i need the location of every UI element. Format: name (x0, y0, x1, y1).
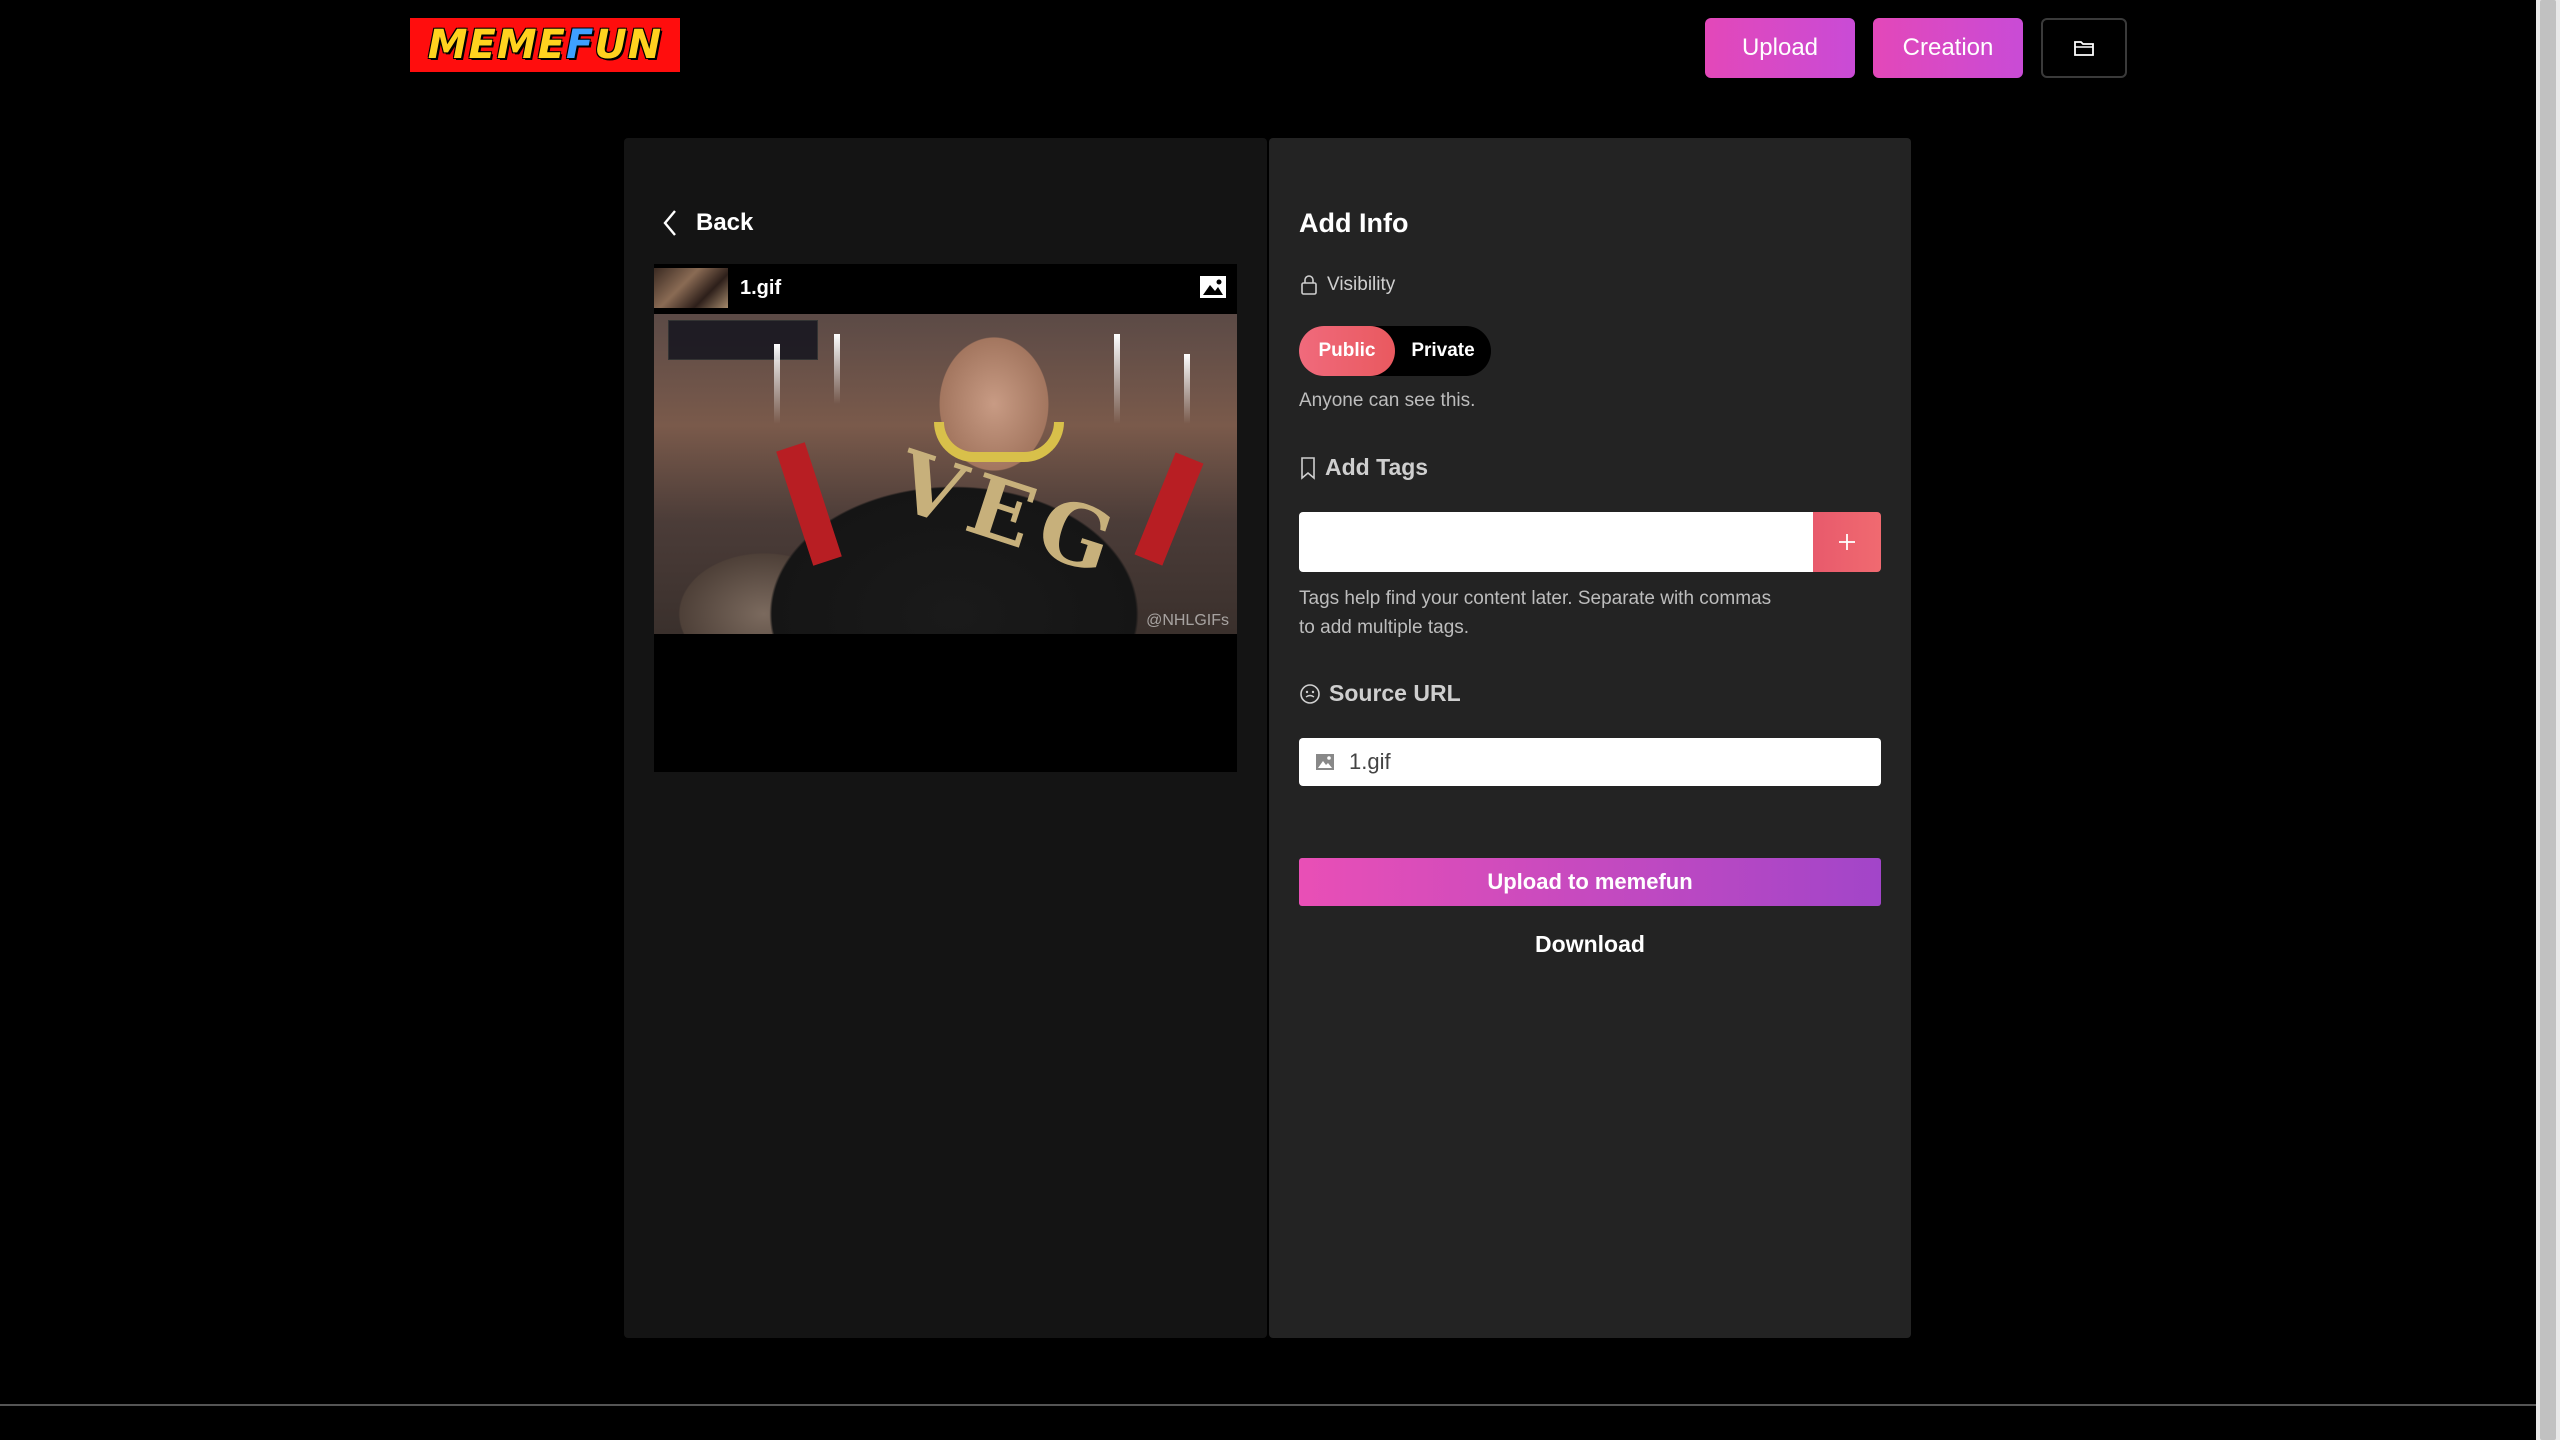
visibility-toggle: Public Private (1299, 326, 1491, 376)
source-url-label-text: Source URL (1329, 680, 1461, 706)
creation-button[interactable]: Creation (1873, 18, 2023, 78)
logo-text-meme: MEME (427, 22, 566, 68)
lock-icon (1301, 275, 1317, 295)
back-label: Back (696, 209, 754, 236)
media-file-name: 1.gif (740, 276, 782, 299)
panel-title: Add Info (1299, 208, 1409, 238)
logo-text-f: F (565, 22, 595, 68)
tags-label: Add Tags (1299, 454, 1428, 481)
source-url-label: Source URL (1299, 680, 1461, 707)
gif-watermark: @NHLGIFs (1146, 612, 1229, 629)
visibility-label-text: Visibility (1327, 274, 1396, 295)
download-button[interactable]: Download (1299, 924, 1881, 964)
tags-input[interactable] (1299, 512, 1815, 572)
visibility-public-option[interactable]: Public (1299, 326, 1395, 376)
plus-icon (1839, 534, 1855, 550)
source-url-input[interactable] (1349, 749, 1849, 775)
scoreboard-overlay (668, 320, 818, 360)
smiley-icon (1300, 683, 1320, 704)
add-tag-button[interactable] (1813, 512, 1881, 572)
tags-label-text: Add Tags (1325, 454, 1429, 480)
back-button[interactable]: Back (662, 206, 753, 240)
preview-panel: Back 1.gif VEG @NHLGIFs (624, 138, 1267, 1338)
page: MEME F UN Upload Creation Back 1.gif VEG… (0, 0, 2560, 1440)
folder-icon (2074, 41, 2094, 56)
tags-help-text: Tags help find your content later. Separ… (1299, 588, 1772, 638)
vertical-scrollbar[interactable] (2536, 0, 2560, 1440)
visibility-private-option[interactable]: Private (1395, 326, 1491, 376)
upload-to-memefun-button[interactable]: Upload to memefun (1299, 858, 1881, 906)
media-thumbnail (654, 268, 728, 308)
jersey-stripe (776, 442, 842, 566)
media-header: 1.gif (654, 264, 1237, 312)
folder-button[interactable] (2041, 18, 2127, 78)
media-card: 1.gif VEG @NHLGIFs (654, 264, 1237, 772)
image-icon (1200, 276, 1226, 298)
upload-button[interactable]: Upload (1705, 18, 1855, 78)
visibility-label: Visibility (1299, 274, 1395, 296)
logo-text-un: UN (594, 22, 663, 68)
header: MEME F UN Upload Creation (0, 0, 2536, 96)
image-icon (1316, 754, 1334, 770)
jersey-stripe (1134, 452, 1204, 566)
bookmark-icon (1301, 456, 1315, 480)
visibility-help-text: Anyone can see this. (1299, 390, 1476, 411)
scrollbar-thumb[interactable] (2540, 0, 2556, 1440)
source-url-field[interactable] (1299, 738, 1881, 786)
footer-divider (0, 1404, 2536, 1406)
info-panel: Add Info Visibility Public Private Anyon… (1269, 138, 1911, 1338)
spark (834, 334, 840, 404)
memefun-logo[interactable]: MEME F UN (410, 18, 680, 72)
spark (1114, 334, 1120, 424)
spark (1184, 354, 1190, 424)
chevron-left-icon (663, 210, 676, 236)
spark (774, 344, 780, 424)
gif-preview: VEG @NHLGIFs (654, 314, 1237, 634)
